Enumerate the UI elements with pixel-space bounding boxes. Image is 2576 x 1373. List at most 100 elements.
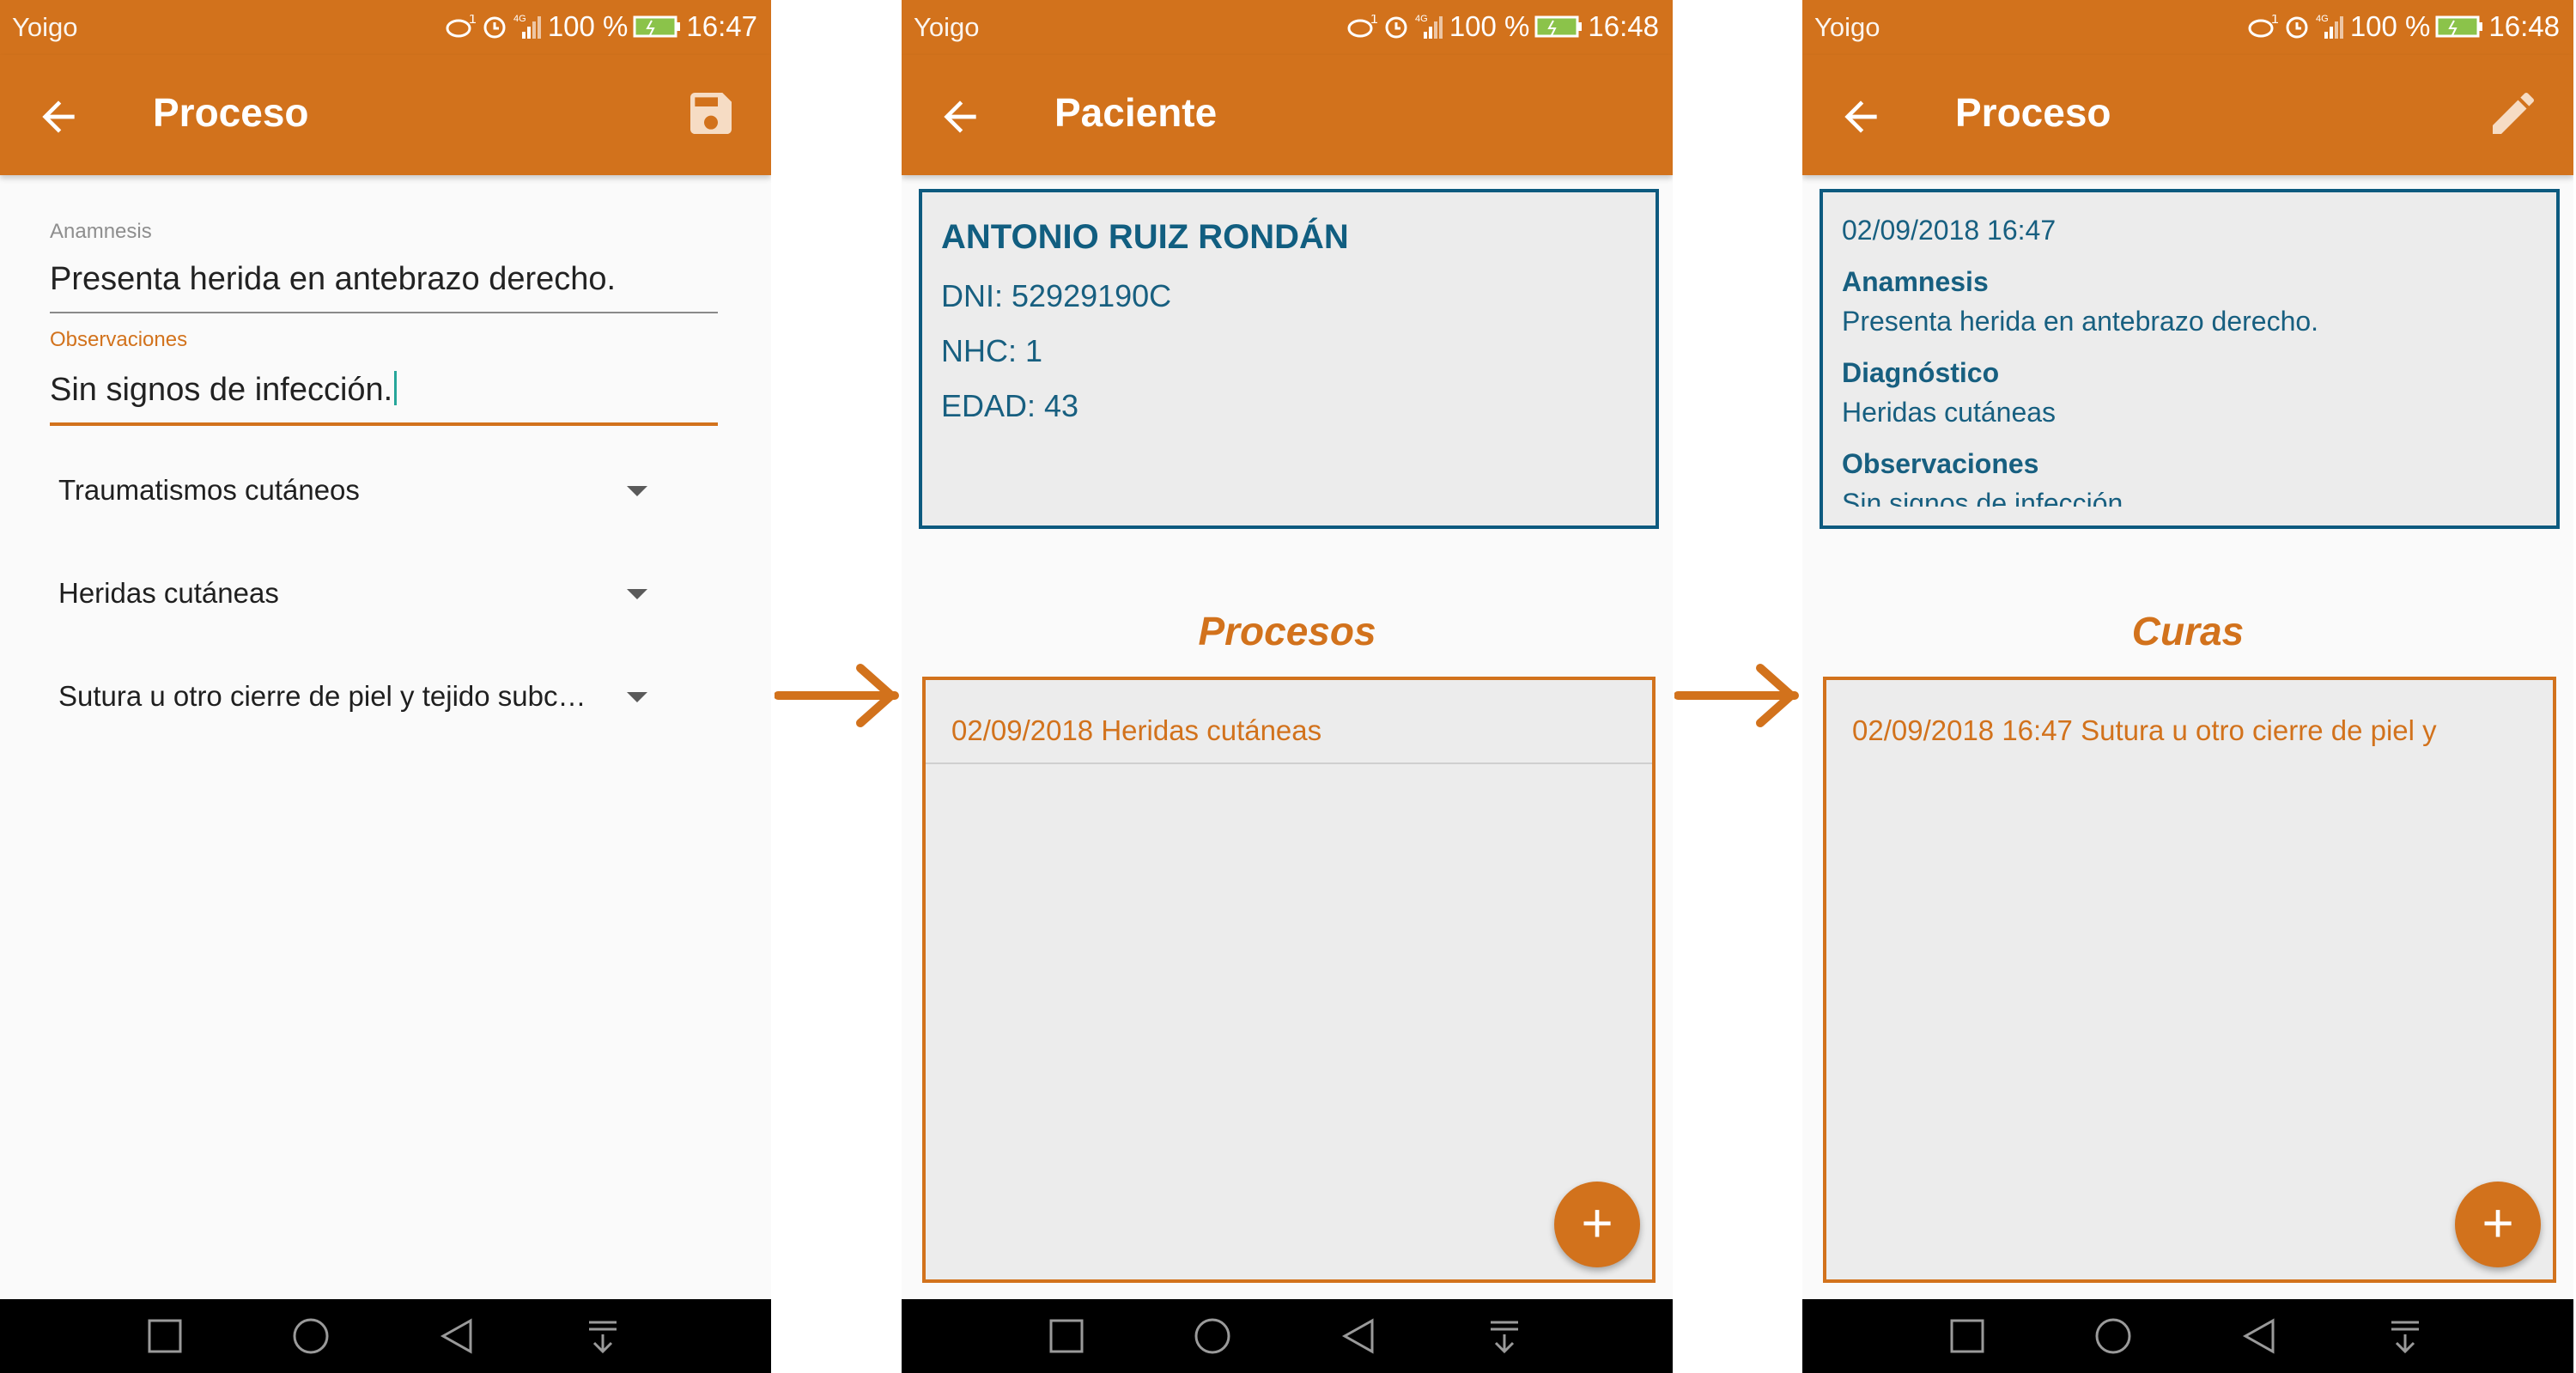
circle-nav-icon[interactable] xyxy=(292,1317,330,1355)
patient-nhc: NHC: 1 xyxy=(941,333,1043,368)
observaciones-input[interactable]: Sin signos de infección. xyxy=(50,371,718,426)
curas-list: 02/09/2018 16:47 Sutura u otro cierre de… xyxy=(1823,677,2556,1283)
triangle-nav-icon[interactable] xyxy=(1340,1317,1377,1355)
screen-proceso-detail: Yoigo 1 4G 100 % 16:48 Proceso 02/09/201… xyxy=(1802,0,2573,1373)
diagnosis-dropdown[interactable]: Heridas cutáneas xyxy=(58,568,659,620)
section-title: Curas xyxy=(2131,609,2245,653)
triangle-nav-icon[interactable] xyxy=(438,1317,476,1355)
battery-percent: 100 % xyxy=(2349,10,2431,42)
edit-pencil-icon[interactable] xyxy=(2486,86,2541,141)
patient-card: ANTONIO RUIZ RONDÁN DNI: 52929190C NHC: … xyxy=(919,189,1659,529)
save-icon[interactable] xyxy=(683,86,738,141)
square-nav-icon[interactable] xyxy=(1048,1317,1085,1355)
diagnostico-value: Heridas cutáneas xyxy=(1842,397,2057,428)
status-icons: 1 4G 100 % 16:47 xyxy=(445,10,757,43)
list-item[interactable]: 02/09/2018 16:47 Sutura u otro cierre de… xyxy=(1852,714,2437,747)
list-item[interactable]: 02/09/2018 Heridas cutáneas xyxy=(951,714,1321,747)
process-card: 02/09/2018 16:47 Anamnesis Presenta heri… xyxy=(1820,189,2560,529)
add-button[interactable]: + xyxy=(2455,1182,2541,1267)
app-bar: Paciente xyxy=(902,55,1673,175)
svg-text:1: 1 xyxy=(1370,15,1377,27)
circle-nav-icon[interactable] xyxy=(1194,1317,1231,1355)
diagnostico-heading: Diagnóstico xyxy=(1842,357,2000,388)
sync-icon: 1 xyxy=(446,15,476,38)
carrier-label: Yoigo xyxy=(12,12,78,42)
battery-percent: 100 % xyxy=(547,10,629,42)
page-title: Proceso xyxy=(153,90,309,135)
back-arrow-icon[interactable] xyxy=(936,93,984,141)
square-nav-icon[interactable] xyxy=(146,1317,184,1355)
carrier-label: Yoigo xyxy=(1814,12,1880,42)
dropdown-value: Sutura u otro cierre de piel y tejido su… xyxy=(58,680,586,712)
observaciones-label: Observaciones xyxy=(50,328,188,351)
signal-icon: 4G xyxy=(2316,14,2343,39)
add-icon: + xyxy=(2482,1192,2514,1254)
alarm-icon xyxy=(1385,16,1407,39)
anamnesis-value: Presenta herida en antebrazo derecho. xyxy=(1842,306,2319,337)
process-date: 02/09/2018 16:47 xyxy=(1842,215,2057,246)
observaciones-heading: Observaciones xyxy=(1842,448,2039,479)
triangle-nav-icon[interactable] xyxy=(2240,1317,2278,1355)
dropdown-icon xyxy=(627,486,647,496)
dropdown-icon xyxy=(627,692,647,702)
patient-age: EDAD: 43 xyxy=(941,388,1079,423)
anamnesis-heading: Anamnesis xyxy=(1842,266,1989,297)
page-title: Proceso xyxy=(1955,90,2111,135)
procesos-list: 02/09/2018 Heridas cutáneas xyxy=(922,677,1656,1283)
carrier-label: Yoigo xyxy=(914,12,980,42)
screen-paciente: Yoigo 1 4G 100 % 16:48 Paciente ANTONIO … xyxy=(902,0,1673,1373)
battery-icon xyxy=(2435,15,2483,38)
flow-arrow-icon xyxy=(1674,664,1799,727)
nav-bar xyxy=(902,1299,1673,1373)
signal-icon: 4G xyxy=(1415,14,1443,39)
page-title: Paciente xyxy=(1054,90,1218,135)
anamnesis-input[interactable]: Presenta herida en antebrazo derecho. xyxy=(50,261,718,313)
signal-icon: 4G xyxy=(513,14,541,39)
category-dropdown[interactable]: Traumatismos cutáneos xyxy=(58,465,659,517)
square-nav-icon[interactable] xyxy=(1948,1317,1986,1355)
clock: 16:48 xyxy=(2488,10,2560,42)
notification-pull-icon[interactable] xyxy=(2386,1317,2424,1355)
app-bar: Proceso xyxy=(0,55,771,175)
back-arrow-icon[interactable] xyxy=(34,93,82,141)
sync-icon: 1 xyxy=(1347,15,1377,38)
process-card-content: 02/09/2018 16:47 Anamnesis Presenta heri… xyxy=(1823,192,2556,507)
battery-percent: 100 % xyxy=(1449,10,1530,42)
dropdown-value: Heridas cutáneas xyxy=(58,577,279,609)
back-arrow-icon[interactable] xyxy=(1837,93,1885,141)
svg-text:1: 1 xyxy=(469,15,476,27)
divider xyxy=(926,762,1652,764)
status-icons: 1 4G 100 % 16:48 xyxy=(2247,10,2560,43)
status-bar: Yoigo 1 4G 100 % 16:48 xyxy=(902,0,1673,55)
svg-text:4G: 4G xyxy=(2316,14,2329,24)
battery-icon xyxy=(1534,15,1583,38)
dropdown-icon xyxy=(627,589,647,599)
notification-pull-icon[interactable] xyxy=(584,1317,622,1355)
svg-text:1: 1 xyxy=(2271,15,2278,27)
clock: 16:47 xyxy=(686,10,757,42)
add-button[interactable]: + xyxy=(1554,1182,1640,1267)
observaciones-value: Sin signos de infección. xyxy=(1842,488,2131,507)
app-bar: Proceso xyxy=(1802,55,2573,175)
procedure-dropdown[interactable]: Sutura u otro cierre de piel y tejido su… xyxy=(58,671,659,723)
screen-proceso-edit: Yoigo 1 4G 100 % 16:47 Proceso Anamnesis… xyxy=(0,0,771,1373)
svg-text:4G: 4G xyxy=(513,14,526,24)
flow-arrow-icon xyxy=(775,664,899,727)
sync-icon: 1 xyxy=(2248,15,2278,38)
clock: 16:48 xyxy=(1588,10,1659,42)
status-icons: 1 4G 100 % 16:48 xyxy=(1346,10,1659,43)
nav-bar xyxy=(1802,1299,2573,1373)
battery-icon xyxy=(633,15,681,38)
status-bar: Yoigo 1 4G 100 % 16:48 xyxy=(1802,0,2573,55)
circle-nav-icon[interactable] xyxy=(2094,1317,2132,1355)
notification-pull-icon[interactable] xyxy=(1485,1317,1523,1355)
patient-dni: DNI: 52929190C xyxy=(941,278,1172,313)
dropdown-value: Traumatismos cutáneos xyxy=(58,474,360,506)
section-title: Procesos xyxy=(1198,609,1376,653)
add-icon: + xyxy=(1581,1192,1613,1254)
status-bar: Yoigo 1 4G 100 % 16:47 xyxy=(0,0,771,55)
anamnesis-label: Anamnesis xyxy=(50,220,152,243)
nav-bar xyxy=(0,1299,771,1373)
patient-name: ANTONIO RUIZ RONDÁN xyxy=(941,218,1349,256)
alarm-icon xyxy=(483,16,506,39)
